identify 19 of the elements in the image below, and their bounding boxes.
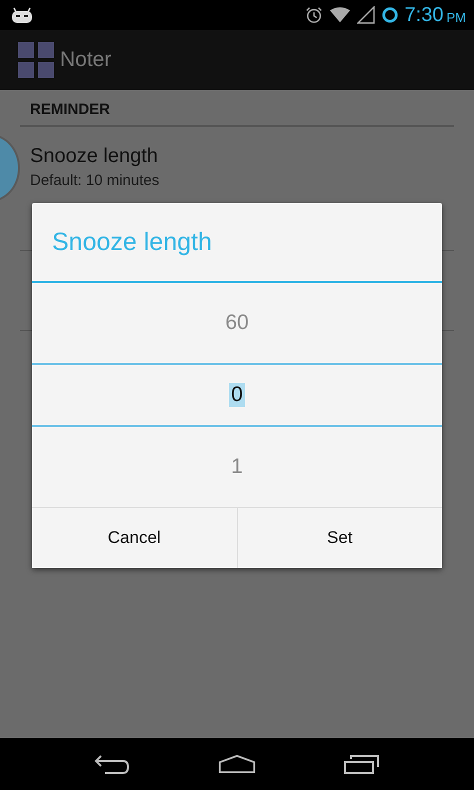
setting-summary: Default: 10 minutes: [30, 172, 160, 189]
clock-time: 7:30: [404, 4, 444, 26]
cancel-button[interactable]: Cancel: [32, 508, 236, 568]
wifi-icon: [328, 6, 351, 24]
section-header: REMINDER: [20, 90, 454, 127]
robot-icon: [10, 6, 34, 24]
setting-title[interactable]: Snooze length: [30, 145, 444, 168]
ring-icon: [380, 6, 399, 24]
dialog-title: Snooze length: [32, 203, 442, 283]
signal-icon: [356, 6, 375, 24]
back-icon[interactable]: [93, 753, 132, 775]
picker-value[interactable]: 0: [229, 383, 245, 407]
app-title: Noter: [60, 48, 112, 72]
alarm-icon: [304, 6, 323, 24]
app-icon: [18, 42, 54, 78]
recent-apps-icon[interactable]: [342, 753, 381, 775]
home-icon[interactable]: [218, 753, 256, 775]
set-button[interactable]: Set: [236, 508, 442, 568]
clock-period: PM: [446, 10, 466, 24]
